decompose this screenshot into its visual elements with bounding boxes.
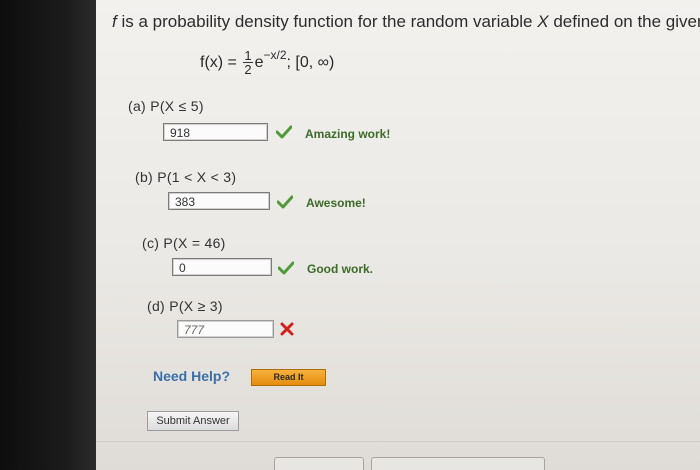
part-a-feedback: Amazing work! <box>305 127 391 141</box>
part-a-answer-input[interactable]: 918 <box>163 123 268 141</box>
check-icon <box>278 261 294 275</box>
formula-numerator: 1 <box>243 48 253 64</box>
read-it-button[interactable]: Read It <box>251 369 326 386</box>
submit-answer-button[interactable]: Submit Answer <box>147 411 239 431</box>
formula-exponent: −x/2 <box>263 48 287 62</box>
x-mark-icon <box>280 322 294 336</box>
density-formula: f(x) = 1 2 e−x/2; [0, ∞) <box>200 48 334 76</box>
part-d-answer-input[interactable]: 777 <box>177 320 274 338</box>
formula-lhs: f(x) = <box>200 54 242 71</box>
check-icon <box>277 195 293 209</box>
question-text: f is a probability density function for … <box>112 12 700 32</box>
question-variable: X <box>537 12 549 31</box>
part-c-answer-input[interactable]: 0 <box>172 258 272 276</box>
part-d-label: (d) P(X ≥ 3) <box>147 298 223 314</box>
part-c-label: (c) P(X = 46) <box>142 235 226 251</box>
part-b-label: (b) P(1 < X < 3) <box>135 169 237 185</box>
screen: f is a probability density function for … <box>0 0 700 470</box>
formula-denominator: 2 <box>244 62 252 78</box>
next-question-tab[interactable] <box>371 457 545 470</box>
formula-fraction: 12 <box>243 48 253 78</box>
question-body: is a probability density function for th… <box>116 12 538 31</box>
part-b-feedback: Awesome! <box>306 196 366 210</box>
need-help-label: Need Help? <box>153 368 231 384</box>
monitor-bezel <box>0 0 96 470</box>
part-b-answer-input[interactable]: 383 <box>168 192 270 210</box>
divider <box>96 441 700 442</box>
formula-domain: ; [0, ∞) <box>286 54 335 71</box>
part-a-label: (a) P(X ≤ 5) <box>128 98 204 114</box>
question-suffix: defined on the given i <box>548 12 700 31</box>
next-question-tab[interactable] <box>274 457 364 470</box>
part-c-feedback: Good work. <box>307 262 373 276</box>
check-icon <box>276 125 292 139</box>
